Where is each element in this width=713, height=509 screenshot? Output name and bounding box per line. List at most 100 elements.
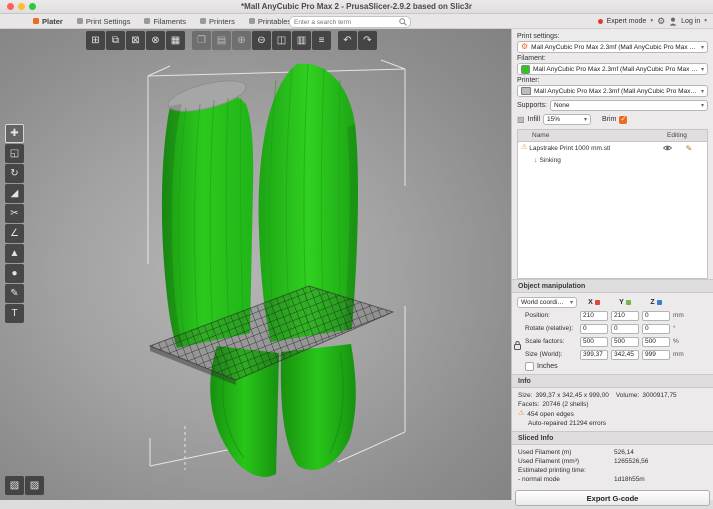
move-button[interactable]: ✚ [5, 124, 24, 143]
filaments-icon [144, 18, 150, 24]
scale-y-input[interactable] [611, 337, 639, 347]
filament-select[interactable]: Mall AnyCubic Pro Max 2.3mf (Mall AnyCub… [517, 63, 708, 75]
delete-all-button[interactable]: ⊗ [146, 31, 165, 50]
chevron-down-icon: ▾ [701, 102, 704, 109]
arrange-button[interactable]: ▦ [166, 31, 185, 50]
tab-label: Filaments [153, 17, 186, 26]
place-on-face-button[interactable]: ◢ [5, 184, 24, 203]
facets-value: 20746 (2 shells) [542, 401, 588, 408]
text-button[interactable]: T [5, 304, 24, 323]
sliced-info-label: Used Filament (m) [518, 449, 614, 456]
gear-icon[interactable]: ⚙ [657, 16, 665, 26]
brim-label: Brim [602, 116, 616, 123]
size-unit: mm [673, 351, 684, 358]
infill-icon: ▨ [517, 116, 525, 124]
info-header: Info [512, 374, 713, 388]
brim-checkbox[interactable]: ✓ [619, 116, 627, 124]
chevron-down-icon: ▾ [701, 88, 704, 95]
size-z-input[interactable] [642, 350, 670, 360]
redo-button[interactable]: ↷ [358, 31, 377, 50]
add-button[interactable]: ⊞ [86, 31, 105, 50]
position-unit: mm [673, 312, 684, 319]
view-3d-button[interactable]: ▧ [5, 476, 24, 495]
axis-header-x: X [580, 299, 608, 306]
cut-button[interactable]: ✂ [5, 204, 24, 223]
scale-button[interactable]: ◱ [5, 144, 24, 163]
size-y-input[interactable] [611, 350, 639, 360]
edit-icon[interactable]: ✎ [674, 144, 704, 153]
object-subrow-sinking[interactable]: ↓ Sinking [518, 154, 707, 166]
lock-icon[interactable] [514, 341, 521, 350]
position-x-input[interactable] [580, 311, 608, 321]
object-row[interactable]: ⚠ Lapstrake Print 1000 mm.stl ✎ [518, 142, 707, 154]
titlebar: *Mall AnyCubic Pro Max 2 - PrusaSlicer-2… [0, 0, 713, 14]
infill-select[interactable]: 15% ▾ [543, 114, 591, 125]
print-settings-gear-icon: ⚙ [521, 43, 528, 51]
printer-icon [521, 87, 531, 95]
sliced-info-row: Used Filament (mm³)1265526,56 [518, 458, 707, 465]
mmu-paint-button[interactable]: ✎ [5, 284, 24, 303]
inches-checkbox[interactable] [525, 362, 534, 371]
print-settings-select[interactable]: ⚙ Mall AnyCubic Pro Max 2.3mf (Mall AnyC… [517, 41, 708, 53]
rotate-x-input[interactable] [580, 324, 608, 334]
rotate-y-input[interactable] [611, 324, 639, 334]
chevron-down-icon: ▾ [704, 18, 707, 24]
copy-button[interactable]: ❐ [192, 31, 211, 50]
rotate-z-input[interactable] [642, 324, 670, 334]
split-to-parts-button[interactable]: ▥ [292, 31, 311, 50]
size-x-input[interactable] [580, 350, 608, 360]
object-name: Lapstrake Print 1000 mm.stl [529, 145, 610, 152]
eye-icon[interactable] [663, 145, 672, 151]
volume-value: 3000917,75 [642, 392, 676, 399]
column-editing: Editing [667, 132, 707, 139]
position-y-input[interactable] [611, 311, 639, 321]
print-settings-icon [77, 18, 83, 24]
search-input[interactable] [290, 19, 399, 26]
sinking-label: Sinking [540, 157, 561, 164]
tab-label: Print Settings [86, 17, 131, 26]
undo-button[interactable]: ↶ [338, 31, 357, 50]
export-gcode-button[interactable]: Export G-code [515, 490, 710, 506]
import-button[interactable]: ⧉ [106, 31, 125, 50]
sliced-info-row: - normal mode1d18h55m [518, 476, 707, 483]
view-preview-button[interactable]: ▨ [25, 476, 44, 495]
paste-button[interactable]: ▤ [212, 31, 231, 50]
menubar: Plater Print Settings Filaments Printers… [0, 14, 713, 29]
mode-selector[interactable]: Expert mode [607, 18, 647, 25]
inches-label: Inches [537, 363, 558, 370]
measure-button[interactable]: ∠ [5, 224, 24, 243]
coordinate-system-select[interactable]: World coordinates ▾ [517, 297, 577, 308]
scale-unit: % [673, 338, 679, 345]
delete-button[interactable]: ⊠ [126, 31, 145, 50]
search-box[interactable] [289, 16, 411, 28]
login-button[interactable]: Log in [681, 18, 700, 25]
model-part-left[interactable] [162, 75, 253, 348]
printer-select[interactable]: Mall AnyCubic Pro Max 2.3mf (Mall AnyCub… [517, 85, 708, 97]
viewport-3d[interactable]: ⊞⧉⊠⊗▦ ❐▤⊕⊖◫▥≡ ↶↷ ✚◱↻◢✂∠▲●✎T ▧▨ [0, 28, 511, 500]
object-list-header: Name Editing [518, 130, 707, 142]
printer-value: Mall AnyCubic Pro Max 2.3mf (Mall AnyCub… [534, 88, 698, 95]
remove-instance-button[interactable]: ⊖ [252, 31, 271, 50]
variable-layer-height-button[interactable]: ≡ [312, 31, 331, 50]
printables-icon [249, 18, 255, 24]
paint-supports-button[interactable]: ▲ [5, 244, 24, 263]
seam-button[interactable]: ● [5, 264, 24, 283]
add-instance-button[interactable]: ⊕ [232, 31, 251, 50]
tab-filaments[interactable]: Filaments [137, 14, 193, 28]
warning-icon: ⚠ [518, 410, 524, 418]
scale-x-input[interactable] [580, 337, 608, 347]
open-edges-text: 454 open edges [527, 411, 574, 418]
rotate-button[interactable]: ↻ [5, 164, 24, 183]
split-to-objects-button[interactable]: ◫ [272, 31, 291, 50]
tab-plater[interactable]: Plater [26, 14, 70, 28]
chevron-down-icon: ▾ [701, 66, 704, 73]
scale-z-input[interactable] [642, 337, 670, 347]
tab-print-settings[interactable]: Print Settings [70, 14, 138, 28]
chevron-down-icon: ▾ [701, 44, 704, 51]
supports-select[interactable]: None ▾ [550, 100, 708, 111]
view-mode-buttons: ▧▨ [5, 476, 44, 495]
tab-printers[interactable]: Printers [193, 14, 242, 28]
tab-label: Plater [42, 17, 63, 26]
printers-icon [200, 18, 206, 24]
position-z-input[interactable] [642, 311, 670, 321]
